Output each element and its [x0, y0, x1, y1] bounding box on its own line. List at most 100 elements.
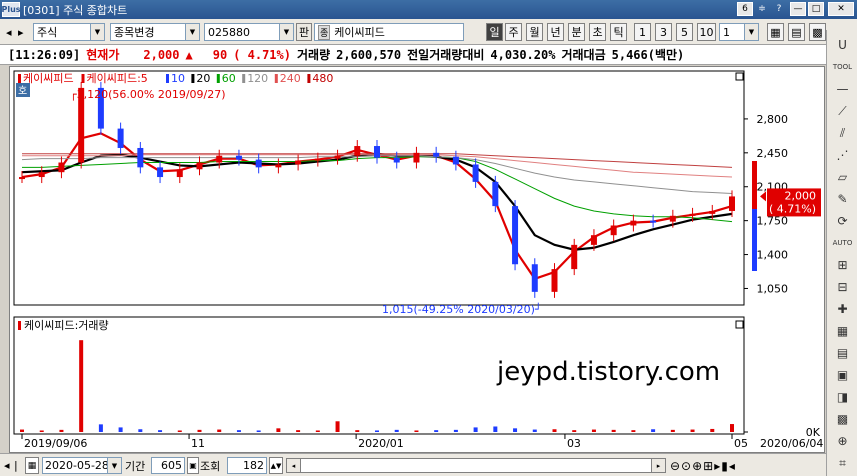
current-price: 2,000 [143, 47, 180, 62]
period-year-button[interactable]: 년 [547, 23, 564, 41]
interval-1-button[interactable]: 1 [634, 23, 651, 41]
interval-3-button[interactable]: 3 [655, 23, 672, 41]
chevron-down-icon: ▼ [744, 24, 758, 40]
legend-item: 10 [171, 72, 185, 85]
sidebar-tool-icon-19[interactable]: ⌗ [832, 454, 853, 472]
volume-bar [236, 430, 241, 432]
chevron-down-icon: ▼ [279, 24, 293, 40]
sidebar-tool-icon-2[interactable]: — [832, 80, 853, 98]
link-icon[interactable]: ≑ [755, 2, 769, 16]
price-change: 90 [212, 47, 228, 62]
sidebar-tool-icon-12[interactable]: ✚ [832, 300, 853, 318]
interval-10-button[interactable]: 10 [697, 23, 716, 41]
volume-bar [631, 430, 636, 432]
market-select[interactable]: 주식 ▼ [33, 23, 105, 41]
sidebar-tool-icon-17[interactable]: ▩ [832, 410, 853, 428]
prev-ratio-label: 전일거래량대비 [407, 48, 485, 62]
stock-code-input[interactable]: 025880 ▼ [204, 23, 294, 41]
period-day-button[interactable]: 일 [486, 23, 503, 41]
date-input[interactable]: 2020-05-28 ▼ [42, 457, 122, 474]
sidebar-tool-icon-14[interactable]: ▤ [832, 344, 853, 362]
tool-sidebar: U TOOL — ⟋ ⫽ ⋰ ▱ ✎ ⟳ AUTO ⊞ ⊟ ✚ ▦ ▤ ▣ ◨ ▩ ⊕ ⌗ [826, 30, 857, 476]
scroll-right-arrow[interactable]: ▸ [651, 459, 665, 472]
volume-bar [651, 429, 656, 432]
stock-name-field[interactable]: 종 케이씨피드 [314, 23, 464, 41]
volume-bar [256, 430, 261, 432]
query-input[interactable]: 182 [227, 457, 267, 474]
volume-bar [434, 430, 439, 432]
candle-body [472, 164, 479, 182]
sidebar-tool-icon-3[interactable]: ⟋ [832, 102, 853, 120]
amount-label: 거래대금 [561, 48, 606, 62]
ma-line-20 [21, 152, 733, 251]
sidebar-tool-icon-6[interactable]: ▱ [832, 168, 853, 186]
title-bar[interactable]: Plus [0301] 주식 종합차트 6 ≑ ? — □ ✕ [0, 0, 857, 19]
panel-max-icon [735, 72, 744, 81]
sidebar-tool-icon-13[interactable]: ▦ [832, 322, 853, 340]
interval-5-button[interactable]: 5 [676, 23, 693, 41]
price-tick-label: 2,800 [757, 113, 789, 126]
price-tick-label: 1,050 [757, 282, 789, 295]
layout-icon[interactable]: ▦ [767, 23, 784, 41]
legend-swatch [18, 74, 21, 83]
volume-legend: 케이씨피드:거래량 [24, 319, 109, 332]
scroll-left-arrow[interactable]: ◂ [287, 459, 301, 472]
candle-body [492, 181, 499, 207]
volume-bar [59, 429, 64, 432]
candle-body [571, 244, 578, 270]
chart-area[interactable]: 케이씨피드 케이씨피드:5 10 20 60 120 240 480 호 2,800 2,450 2,… [9, 66, 825, 453]
query-icon[interactable]: ▣ [187, 457, 199, 474]
volume-bar [572, 430, 577, 432]
maximize-button[interactable]: □ [808, 2, 824, 16]
sidebar-tool-icon-10[interactable]: ⊞ [832, 256, 853, 274]
interval-select[interactable]: 1 ▼ [719, 23, 759, 41]
stock-name-value: 케이씨피드 [334, 26, 385, 39]
settings-icon[interactable]: ▤ [788, 23, 805, 41]
period-month-button[interactable]: 월 [526, 23, 543, 41]
legend-item: 480 [312, 72, 333, 85]
next-stock-button[interactable]: ▸ [18, 23, 31, 41]
period-second-button[interactable]: 초 [589, 23, 606, 41]
legend-item: 60 [222, 72, 236, 85]
window-number-button[interactable]: 6 [737, 2, 753, 16]
sidebar-tool-icon-1[interactable]: TOOL [832, 58, 853, 76]
horizontal-scrollbar[interactable]: ◂ ▸ [286, 458, 666, 473]
sidebar-tool-icon-4[interactable]: ⫽ [832, 124, 853, 142]
sidebar-tool-icon-8[interactable]: ⟳ [832, 212, 853, 230]
legend-item: 120 [247, 72, 268, 85]
scroll-left-icon[interactable]: ◂ [4, 457, 10, 474]
help-icon[interactable]: ? [772, 2, 786, 16]
stock-change-select[interactable]: 종목변경 ▼ [110, 23, 200, 41]
period-tick-button[interactable]: 틱 [610, 23, 627, 41]
calendar-icon[interactable]: ▦ [25, 457, 39, 474]
quote-time: [11:26:09] [8, 47, 81, 62]
candle-body [58, 162, 65, 173]
candle-body [531, 264, 538, 292]
grid-icon[interactable]: ▩ [809, 23, 826, 41]
zoom-tools[interactable]: ⊖⊙⊕⊞▸▮◂ [670, 457, 736, 474]
chart-svg[interactable]: 케이씨피드 케이씨피드:5 10 20 60 120 240 480 호 2,800 2,450 2,… [10, 67, 826, 454]
volume-bar [276, 428, 281, 432]
period-week-button[interactable]: 주 [505, 23, 522, 41]
sidebar-tool-icon-15[interactable]: ▣ [832, 366, 853, 384]
sidebar-tool-icon-16[interactable]: ◨ [832, 388, 853, 406]
sidebar-tool-icon-5[interactable]: ⋰ [832, 146, 853, 164]
sidebar-tool-icon-11[interactable]: ⊟ [832, 278, 853, 296]
sidebar-tool-icon-7[interactable]: ✎ [832, 190, 853, 208]
sidebar-tool-icon-18[interactable]: ⊕ [832, 432, 853, 450]
legend-swatch [166, 74, 169, 83]
candle-body [590, 235, 597, 245]
volume-bar [98, 424, 103, 432]
interval-select-value: 1 [723, 25, 730, 39]
period-minute-button[interactable]: 분 [568, 23, 585, 41]
period-input[interactable]: 605 [151, 457, 185, 474]
stepper-icon[interactable]: ▲▼ [269, 457, 283, 474]
minimize-button[interactable]: — [790, 2, 806, 16]
search-button[interactable]: 판 [296, 23, 312, 41]
close-button[interactable]: ✕ [828, 2, 854, 16]
sidebar-tool-icon-9[interactable]: AUTO [832, 234, 853, 252]
volume-panel-max-icon [735, 320, 744, 329]
candle-body [650, 220, 657, 223]
volume-bar [158, 430, 163, 432]
sidebar-tool-icon-0[interactable]: U [832, 36, 853, 54]
